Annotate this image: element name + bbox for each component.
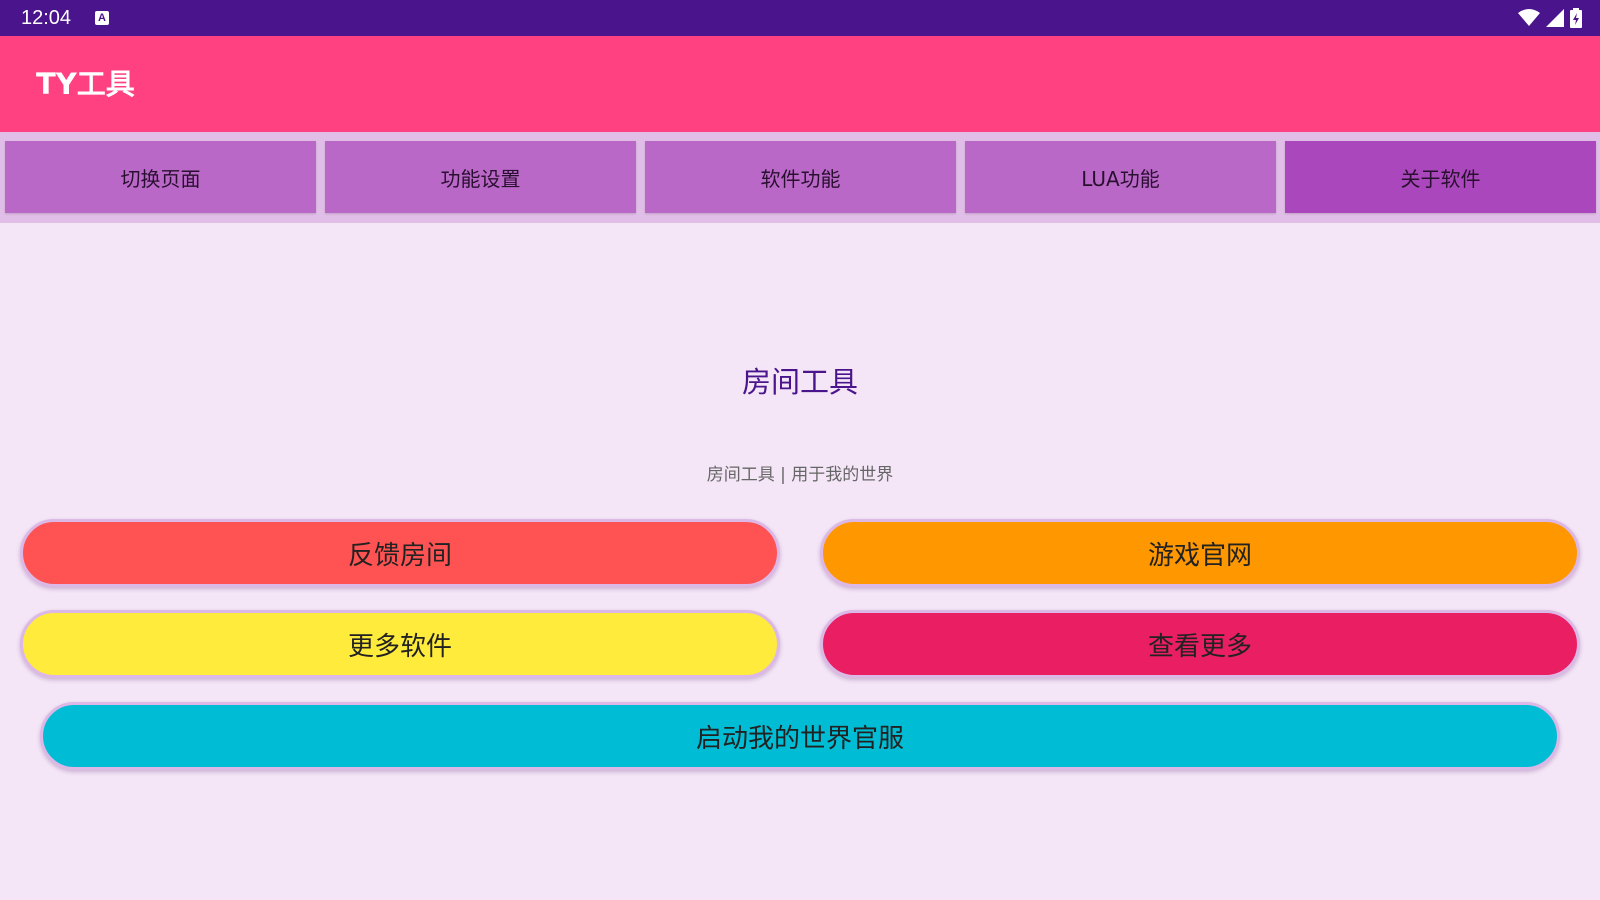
tab-label: LUA功能: [1081, 166, 1160, 191]
signal-icon: [1546, 9, 1564, 27]
button-label: 反馈房间: [347, 540, 452, 571]
wifi-icon: [1518, 9, 1540, 26]
tab-label: 软件功能: [760, 166, 841, 191]
tab-software-functions[interactable]: 软件功能: [645, 141, 956, 213]
button-label: 更多软件: [347, 631, 452, 662]
status-bar: 12:04 A: [0, 0, 1600, 36]
app-bar: TY工具: [0, 36, 1600, 132]
game-website-button[interactable]: 游戏官网: [820, 519, 1580, 587]
section-subtitle: 房间工具 | 用于我的世界: [706, 465, 894, 485]
tab-label: 功能设置: [440, 166, 521, 191]
tab-strip: 切换页面 功能设置 软件功能 LUA功能 关于软件: [0, 132, 1600, 223]
status-time: 12:04: [21, 7, 72, 29]
tab-label: 切换页面: [120, 166, 201, 191]
button-label: 查看更多: [1147, 631, 1252, 662]
tab-lua-functions[interactable]: LUA功能: [965, 141, 1276, 213]
button-label: 启动我的世界官服: [695, 723, 904, 754]
tab-label: 关于软件: [1400, 166, 1481, 191]
status-icons: [1518, 8, 1582, 28]
feedback-room-button[interactable]: 反馈房间: [20, 519, 780, 587]
button-label: 游戏官网: [1147, 540, 1252, 571]
launch-minecraft-button[interactable]: 启动我的世界官服: [40, 702, 1560, 770]
tab-switch-page[interactable]: 切换页面: [5, 141, 316, 213]
more-software-button[interactable]: 更多软件: [20, 610, 780, 678]
section-title: 房间工具: [741, 365, 858, 399]
battery-icon: [1570, 8, 1582, 28]
a-icon: A: [95, 11, 109, 25]
view-more-button[interactable]: 查看更多: [820, 610, 1580, 678]
tab-function-settings[interactable]: 功能设置: [325, 141, 636, 213]
app-title: TY工具: [36, 67, 135, 101]
tab-about[interactable]: 关于软件: [1285, 141, 1596, 213]
